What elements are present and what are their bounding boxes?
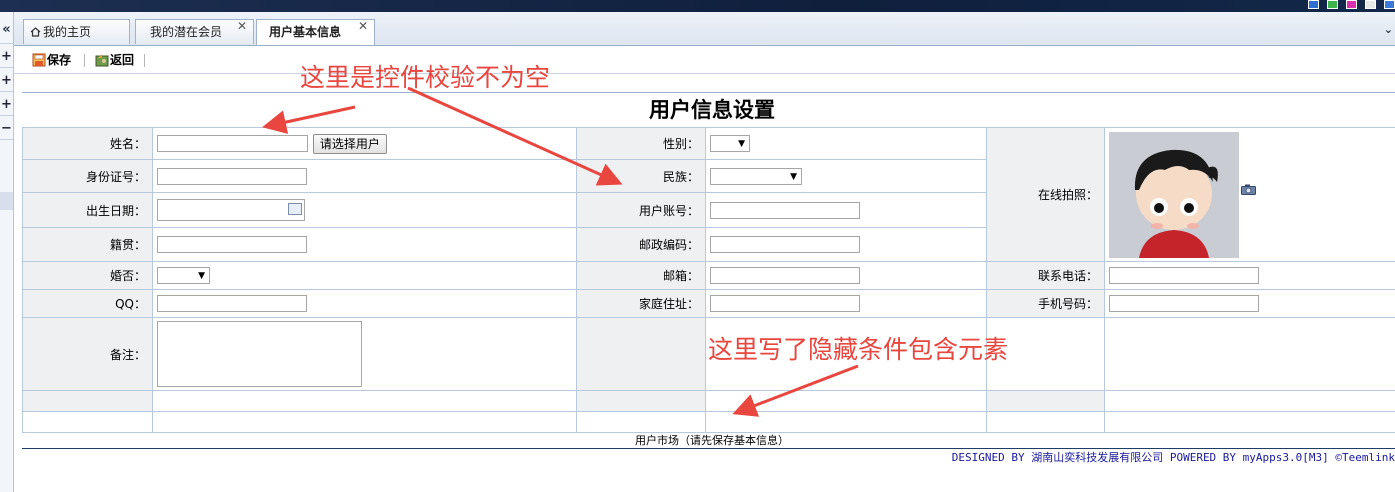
divider — [0, 91, 13, 92]
user-market-notice: 用户市场（请先保存基本信息） — [22, 433, 1395, 449]
calendar-icon[interactable] — [288, 203, 302, 215]
toolbar: 保存 返回 — [14, 46, 1395, 74]
birth-date-label: 出生日期： — [22, 192, 153, 228]
empty-field-cell — [22, 411, 153, 433]
account-input[interactable] — [710, 201, 860, 219]
divider — [0, 67, 13, 68]
divider — [0, 43, 13, 44]
toolbar-divider — [84, 54, 85, 67]
email-input[interactable] — [710, 267, 860, 284]
left-nav-collapsed: « + + + − — [0, 12, 14, 492]
close-icon[interactable]: ✕ — [237, 14, 247, 38]
tab-home[interactable]: 我的主页 — [23, 19, 130, 44]
qq-label: QQ： — [22, 289, 153, 318]
ethnicity-label: 民族： — [576, 159, 706, 193]
save-icon — [32, 53, 46, 67]
divider — [0, 139, 13, 140]
tab-label: 我的主页 — [43, 25, 92, 39]
empty-label-cell — [576, 317, 706, 391]
remark-textarea[interactable] — [157, 320, 362, 387]
empty-field-cell — [986, 411, 1105, 433]
postal-code-input[interactable] — [710, 236, 860, 253]
native-place-label: 籍贯： — [22, 227, 153, 262]
footer-credits: DESIGNED BY 湖南山奕科技发展有限公司 POWERED BY myAp… — [951, 451, 1395, 464]
top-header-bar — [0, 0, 1395, 12]
theme-pink-swatch[interactable] — [1346, 0, 1357, 9]
married-label: 婚否： — [22, 261, 153, 290]
qq-input[interactable] — [157, 295, 307, 312]
empty-label-cell — [986, 390, 1105, 412]
user-info-form-panel: 用户信息设置 姓名： 请选择用户 性别： ▼ 在线拍照： 身份证号： 民族： ▼… — [22, 92, 1395, 450]
postal-code-label: 邮政编码： — [576, 227, 706, 262]
theme-green-swatch[interactable] — [1327, 0, 1338, 9]
tab-potential-members[interactable]: 我的潜在会员 ✕ — [135, 19, 254, 44]
mobile-label: 手机号码： — [986, 289, 1105, 318]
chevron-down-icon[interactable]: ⌄ — [1384, 23, 1393, 36]
home-address-label: 家庭住址： — [576, 289, 706, 318]
photo-label: 在线拍照： — [986, 127, 1105, 262]
empty-field-cell — [152, 390, 577, 412]
nav-selected-item[interactable] — [0, 192, 13, 210]
native-place-input[interactable] — [157, 236, 307, 253]
close-icon[interactable]: ✕ — [358, 14, 368, 38]
dropdown-arrow-icon: ▼ — [198, 271, 205, 281]
birth-date-picker[interactable] — [157, 199, 305, 221]
empty-label-cell — [576, 390, 706, 412]
name-input[interactable] — [157, 135, 308, 152]
ethnicity-select[interactable]: ▼ — [710, 167, 802, 185]
camera-icon[interactable] — [1241, 184, 1256, 195]
form-title: 用户信息设置 — [649, 98, 775, 122]
id-number-label: 身份证号： — [22, 159, 153, 193]
tab-label: 用户基本信息 — [269, 25, 342, 39]
email-label: 邮箱： — [576, 261, 706, 290]
toolbar-divider — [144, 54, 145, 67]
married-select[interactable]: ▼ — [157, 267, 210, 284]
dropdown-arrow-icon: ▼ — [790, 171, 797, 182]
divider — [0, 115, 13, 116]
contact-phone-input[interactable] — [1109, 267, 1259, 284]
nav-expand-button-3[interactable]: + — [0, 97, 13, 112]
save-button[interactable]: 保存 — [32, 51, 71, 69]
empty-field-cell — [1104, 411, 1395, 433]
empty-field-cell — [152, 411, 577, 433]
empty-field-cell — [576, 411, 706, 433]
save-label: 保存 — [47, 53, 72, 67]
tab-bar: 我的主页 我的潜在会员 ✕ 用户基本信息 ✕ ⌄ — [14, 12, 1395, 46]
id-number-input[interactable] — [157, 167, 307, 185]
cartoon-avatar-image — [1109, 131, 1239, 258]
theme-blue2-swatch[interactable] — [1384, 0, 1395, 9]
mobile-input[interactable] — [1109, 295, 1259, 312]
home-address-input[interactable] — [710, 295, 860, 312]
nav-expand-button-1[interactable]: + — [0, 49, 13, 64]
empty-field-cell — [705, 411, 987, 433]
select-user-button[interactable]: 请选择用户 — [312, 133, 387, 154]
back-button[interactable]: 返回 — [95, 51, 134, 69]
gender-select[interactable]: ▼ — [710, 135, 750, 152]
empty-field-cell — [1104, 317, 1395, 391]
remark-label: 备注： — [22, 317, 153, 391]
tab-user-basic-info[interactable]: 用户基本信息 ✕ — [256, 19, 375, 45]
annotation-validation-note: 这里是控件校验不为空 — [300, 63, 551, 92]
annotation-hidden-condition-note: 这里写了隐藏条件包含元素 — [708, 335, 1009, 364]
user-info-form: 姓名： 请选择用户 性别： ▼ 在线拍照： 身份证号： 民族： ▼ 出生日期： … — [22, 127, 1395, 433]
account-label: 用户账号： — [576, 192, 706, 228]
name-label: 姓名： — [22, 127, 153, 160]
empty-field-cell — [705, 390, 987, 412]
user-avatar-photo — [1109, 131, 1239, 258]
empty-field-cell — [1104, 390, 1395, 412]
tab-label: 我的潜在会员 — [150, 25, 223, 39]
dropdown-arrow-icon: ▼ — [738, 139, 745, 149]
contact-phone-label: 联系电话： — [986, 261, 1105, 290]
home-icon — [30, 27, 41, 37]
nav-collapse-button[interactable]: − — [0, 121, 13, 136]
collapse-nav-button[interactable]: « — [0, 22, 13, 37]
gender-label: 性别： — [576, 127, 706, 160]
empty-label-cell — [22, 390, 153, 412]
nav-expand-button-2[interactable]: + — [0, 73, 13, 88]
theme-blue-swatch[interactable] — [1308, 0, 1319, 9]
birth-date-input[interactable] — [157, 199, 305, 221]
theme-gray-swatch[interactable] — [1365, 0, 1376, 9]
back-label: 返回 — [110, 53, 135, 67]
back-icon — [95, 54, 109, 67]
